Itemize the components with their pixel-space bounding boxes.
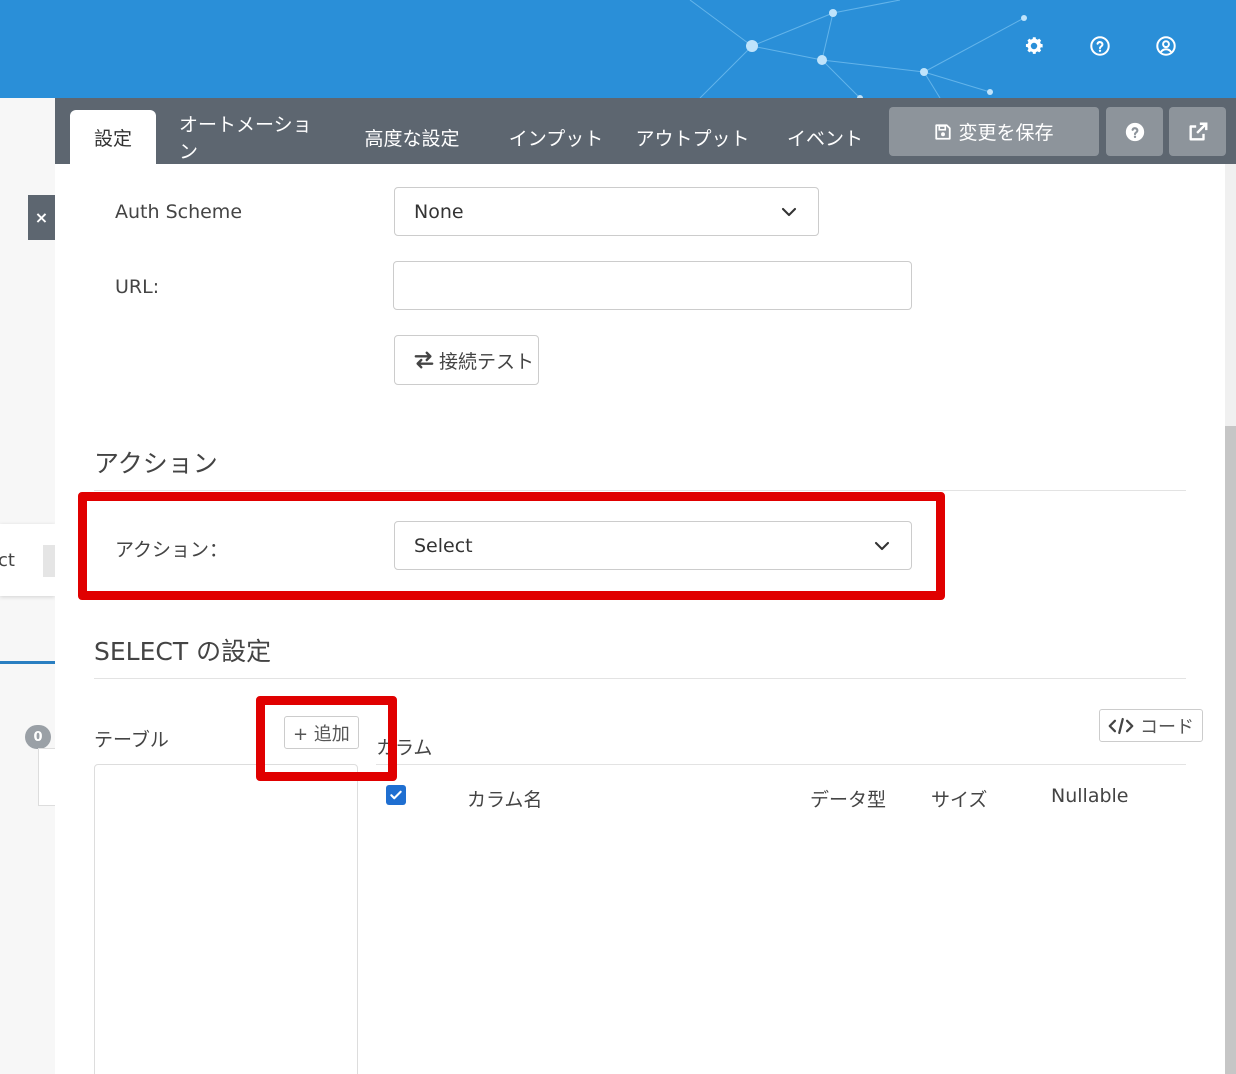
tab-label: オートメーション xyxy=(179,114,312,163)
check-icon xyxy=(390,790,402,800)
help-circle-icon[interactable] xyxy=(1088,34,1112,58)
background-card: ct xyxy=(0,524,55,596)
column-header-nullable: Nullable xyxy=(1051,785,1129,807)
scrollbar-thumb[interactable] xyxy=(1225,426,1236,1074)
column-table-divider xyxy=(376,764,1186,765)
select-all-columns-checkbox[interactable] xyxy=(386,785,406,805)
close-icon: × xyxy=(34,208,49,227)
background-box xyxy=(38,748,55,806)
settings-panel: Auth Scheme None URL: 接続テスト アクション アクション：… xyxy=(55,164,1225,1074)
auth-scheme-value: None xyxy=(414,200,464,223)
tab-label: 高度な設定 xyxy=(364,127,460,150)
tab-label: イベント xyxy=(786,127,863,150)
tab-label: アウトプット xyxy=(635,127,750,150)
column-header-size: サイズ xyxy=(931,789,988,811)
save-changes-button[interactable]: 変更を保存 xyxy=(889,107,1099,156)
section-divider xyxy=(94,490,1186,491)
auth-scheme-select[interactable]: None xyxy=(394,187,819,236)
settings-tab-bar: 設定 オートメーション 高度な設定 インプット アウトプット イベント 変更を保… xyxy=(55,98,1236,164)
tab-label: 設定 xyxy=(93,127,132,150)
url-label: URL: xyxy=(115,276,160,298)
open-external-button[interactable] xyxy=(1169,107,1226,156)
add-button-highlight-box xyxy=(256,696,397,781)
tab-settings[interactable]: 設定 xyxy=(70,110,156,164)
tab-input[interactable]: インプット xyxy=(505,110,607,164)
user-circle-icon[interactable] xyxy=(1154,34,1178,58)
tab-automation[interactable]: オートメーション xyxy=(179,110,319,164)
code-view-label: コード xyxy=(1140,716,1194,738)
tab-output[interactable]: アウトプット xyxy=(635,110,750,164)
test-connection-label: 接続テスト xyxy=(439,350,535,373)
select-settings-title: SELECT の設定 xyxy=(94,637,272,666)
background-underline xyxy=(0,661,55,664)
background-card-text: ct xyxy=(0,550,15,571)
code-view-button[interactable]: コード xyxy=(1099,709,1203,742)
column-header-datatype: データ型 xyxy=(810,789,887,811)
action-section-title: アクション xyxy=(94,449,218,478)
code-icon xyxy=(1108,717,1134,734)
arrows-exchange-icon xyxy=(414,351,434,369)
help-button[interactable] xyxy=(1106,107,1163,156)
table-label: テーブル xyxy=(94,729,169,751)
test-connection-button[interactable]: 接続テスト xyxy=(394,335,539,385)
auth-scheme-label: Auth Scheme xyxy=(115,201,243,223)
tab-label: インプット xyxy=(508,127,604,150)
section-divider xyxy=(94,678,1186,679)
external-link-icon xyxy=(1188,122,1207,141)
tab-advanced-settings[interactable]: 高度な設定 xyxy=(351,110,473,164)
floppy-disk-icon xyxy=(935,123,952,140)
table-list[interactable] xyxy=(94,764,358,1074)
app-header xyxy=(0,0,1236,98)
count-badge: 0 xyxy=(25,725,51,749)
vertical-scrollbar[interactable] xyxy=(1225,164,1236,1074)
save-changes-label: 変更を保存 xyxy=(958,122,1054,144)
action-highlight-box xyxy=(78,492,945,600)
url-input[interactable] xyxy=(393,261,912,310)
background-card-chip xyxy=(43,545,55,577)
column-header-name: カラム名 xyxy=(467,789,543,811)
tab-events[interactable]: イベント xyxy=(780,110,870,164)
gear-icon[interactable] xyxy=(1022,34,1046,58)
chevron-down-icon xyxy=(781,207,797,217)
close-panel-button[interactable]: × xyxy=(28,195,55,240)
question-icon xyxy=(1125,122,1144,141)
